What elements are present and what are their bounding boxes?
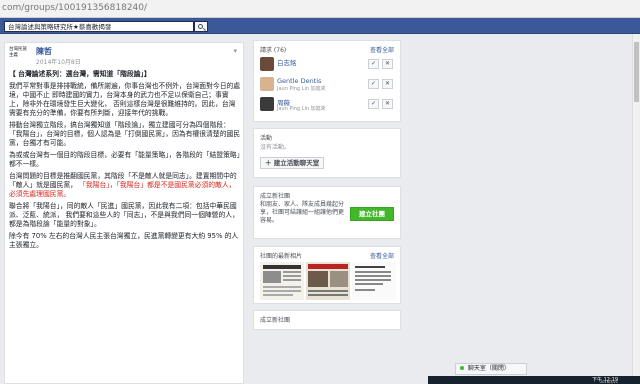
request-item: 白志銘 ✓ ✕ [260,57,398,73]
avatar[interactable] [260,97,274,111]
request-added-by: Jaun Ping Lin 加進來 [277,86,326,92]
photos-see-all-link[interactable]: 查看全部 [370,251,394,260]
system-tray: 下午 12:19 2016/3/21 [428,376,640,384]
request-added-by: Jaun Ping Lin 加進來 [277,106,326,112]
request-item: 周薇 Jaun Ping Lin 加進來 ✓ ✕ [260,97,398,113]
requests-title: 請求 (76) [260,47,287,54]
approve-button[interactable]: ✓ [368,59,379,69]
url-text[interactable]: com/groups/100191356818240/ [2,3,147,13]
document-photo [352,262,396,300]
events-empty-text: 沒有活動。 [260,144,291,151]
post-card: 台灣民族主義 陳哲 2014年10月8日 ▾ 【 台灣論述系列：選台灣，需知道「… [4,42,244,384]
search-input[interactable]: 台灣論述與策略研究所★蔡喜歡揭發 [4,21,194,32]
approve-button[interactable]: ✓ [368,79,379,89]
create-group-panel: 成立新社團 和朋友、家人、隊友成員幾起分享，社團可結讓組一組讓他們更容易。 建立… [253,186,401,239]
chat-label: 聊天室（關閉） [467,365,510,372]
post-paragraph: 【 台灣論述系列：選台灣，需知道「階段論」】 [9,70,151,78]
member-requests-panel: 請求 (76) 查看全部 白志銘 ✓ ✕ Gentle Dentis Jaun … [253,40,401,122]
events-panel: 活動 沒有活動。 ＋ 建立活動聊天室 [253,128,401,178]
create-group-desc: 和朋友、家人、隊友成員幾起分享，社團可結讓組一組讓他們更容易。 [260,201,345,224]
post-paragraph: 為或或台灣有一個目的階段目標，必要有「能量策略」，各階段的「結盟策略」都不一樣。 [9,151,241,168]
photo-thumbnail[interactable] [260,262,304,300]
post-line: 「我陽台」，台灣的目標，個人認為是「打倒國民黨」，因為有權很清楚的國民黨，台獨才… [9,130,241,147]
photos-title: 社團的最新相片 [260,253,303,260]
avatar[interactable] [260,57,274,71]
request-item: Gentle Dentis Jaun Ping Lin 加進來 ✓ ✕ [260,77,398,93]
photo-thumbnail[interactable] [306,262,350,300]
create-event-label: 建立活動聊天室 [273,159,320,167]
online-status-icon [460,366,464,370]
post-paragraph: 我們平常對事是排排戰統，備所謝遍，你事台灣也不例外，台灣面對今日的處境，中國不止… [9,82,241,118]
create-group-title: 成立新社團 [260,193,291,200]
post-author[interactable]: 陳哲 [36,46,52,57]
group-info-title: 成立新社團 [260,317,291,324]
search-button[interactable] [194,21,208,32]
page-scrollbar[interactable] [632,34,640,376]
chat-tab[interactable]: 聊天室（關閉） [455,363,527,375]
create-group-button[interactable]: 建立社團 [350,207,394,221]
post-body: 【 台灣論述系列：選台灣，需知道「階段論」】 我們平常對事是排排戰統，備所謝遍，… [9,70,241,253]
approve-button[interactable]: ✓ [368,99,379,109]
group-info-panel: 成立新社團 [253,310,401,330]
post-paragraph: 聯合將「我陽台」，同的敵人「民進」國民黨，因此我有二項：包括中華民國派、泛藍、統… [9,202,241,229]
events-title: 活動 [260,135,273,142]
request-name[interactable]: Gentle Dentis [277,77,321,85]
post-date[interactable]: 2014年10月8日 [36,57,81,66]
post-paragraph: 排動台灣獨立階段，搞台灣獨知道「階段論」，獨立建國可分為四個階段： 「我陽台」，… [9,121,241,148]
newspaper-photo [260,262,304,300]
post-options-chevron-icon[interactable]: ▾ [233,47,237,55]
address-bar[interactable]: com/groups/100191356818240/ [0,0,640,18]
post-paragraph: 台灣問題的目標是推翻國民黨，其階段「不是敵人就是同志」。建置期間中的「敵人」就是… [9,172,241,199]
recent-photos-panel: 社團的最新相片 查看全部 [253,246,401,304]
newspaper-photo [306,262,350,300]
request-name[interactable]: 白志銘 [277,57,297,67]
plus-icon: ＋ [265,159,272,167]
tray-date[interactable]: 2016/3/21 [600,380,618,384]
create-event-button[interactable]: ＋ 建立活動聊天室 [260,157,325,169]
requests-see-all-link[interactable]: 查看全部 [370,45,394,54]
decline-button[interactable]: ✕ [382,99,393,109]
decline-button[interactable]: ✕ [382,59,393,69]
post-paragraph: 除今有 70% 左右的台灣人民主張台灣獨立，民進黨轉變更有大約 95% 的人主張… [9,232,239,249]
post-line: 排動台灣獨立階段，搞台灣獨知道「階段論」，獨立建國可分為四個階段： [9,121,230,129]
photo-thumbnail[interactable] [352,262,396,300]
group-name[interactable]: 台灣民族主義 [9,47,31,59]
decline-button[interactable]: ✕ [382,79,393,89]
avatar[interactable] [260,77,274,91]
scrollbar-thumb[interactable] [634,42,639,102]
search-icon [198,24,203,29]
top-nav-bar: 台灣論述與策略研究所★蔡喜歡揭發 [0,18,640,34]
